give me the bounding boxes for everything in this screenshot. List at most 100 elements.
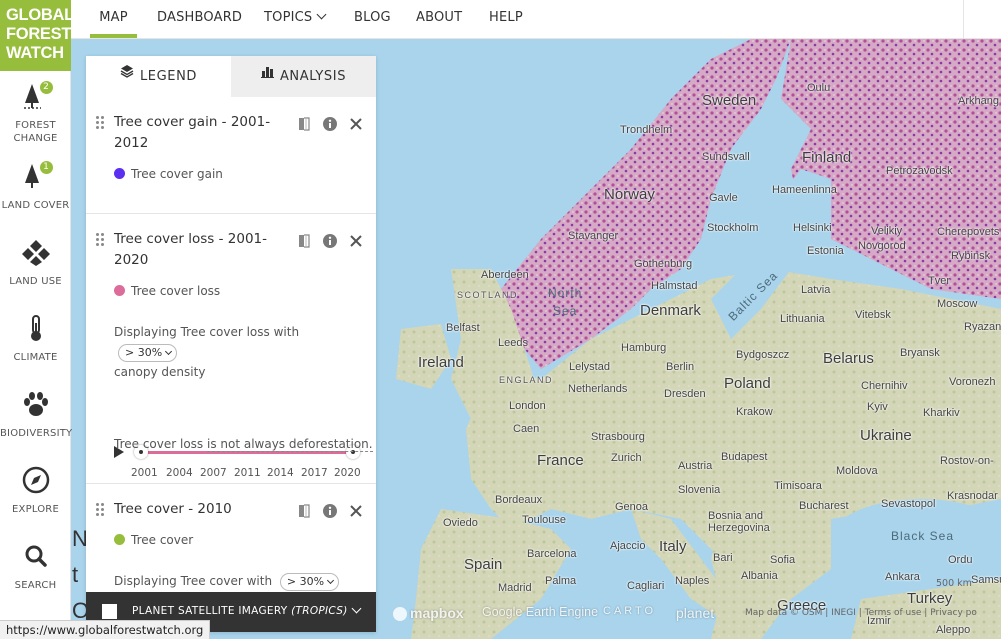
map-label-spain: Spain xyxy=(464,556,503,573)
sidebar-item-forest-change[interactable]: 2 FOREST CHANGE xyxy=(0,81,71,145)
map-label-city: Slovenia xyxy=(678,484,721,496)
tab-analysis[interactable]: ANALYSIS xyxy=(231,56,376,97)
map-label-city: Novgorod xyxy=(858,240,906,252)
canopy-density-select[interactable]: > 30% xyxy=(118,344,178,362)
drag-handle-icon[interactable] xyxy=(96,116,106,132)
map-label-city: Kharkiv xyxy=(923,407,960,419)
map-label-poland: Poland xyxy=(724,375,771,392)
info-icon[interactable] xyxy=(322,503,338,519)
map-label-city: Samsun xyxy=(971,574,1001,586)
map-label-city: Timisoara xyxy=(774,480,822,492)
map-label-city: Tver xyxy=(928,275,950,287)
canopy-density-select[interactable]: > 30% xyxy=(279,573,340,591)
map-label-city: Berlin xyxy=(666,361,695,373)
map-label-city: Moldova xyxy=(836,465,878,477)
deforestation-link[interactable]: is not always deforestation. xyxy=(206,437,373,452)
map-scale-label: 500 km xyxy=(936,578,972,589)
land-cover-badge: 1 xyxy=(39,161,53,174)
logo-line-1: GLOBAL xyxy=(6,6,74,24)
map-label-city: Zurich xyxy=(611,452,642,464)
map-label-black-sea: Black Sea xyxy=(891,529,955,543)
sidebar-label-land-cover: LAND COVER xyxy=(1,200,70,211)
map-label-city: Palma xyxy=(545,575,577,587)
map-label-city: Sofia xyxy=(770,554,796,566)
drag-handle-icon[interactable] xyxy=(96,503,106,519)
map-label-belarus: Belarus xyxy=(823,350,874,367)
opacity-icon[interactable] xyxy=(296,233,312,249)
map-label-city: Bucharest xyxy=(799,500,849,512)
close-icon[interactable] xyxy=(348,503,364,519)
mapbox-logo[interactable]: mapbox xyxy=(393,605,464,622)
map-label-city: Bryansk xyxy=(900,347,940,359)
map-label-turkey: Turkey xyxy=(907,590,953,607)
legend-item: Tree cover xyxy=(114,533,193,547)
map-label-city: Rostov-on- xyxy=(940,455,994,467)
sidebar-item-biodiversity[interactable]: BIODIVERSITY xyxy=(0,389,72,440)
nav-dashboard-label: DASHBOARD xyxy=(157,10,243,25)
planet-checkbox[interactable] xyxy=(102,604,117,619)
nav-about-label: ABOUT xyxy=(416,10,463,25)
map-label-city: Stavanger xyxy=(568,230,619,242)
map-label-city: Ajaccio xyxy=(610,540,646,552)
legend-swatch xyxy=(114,285,125,296)
sidebar-item-explore[interactable]: EXPLORE xyxy=(0,465,71,516)
tab-legend[interactable]: LEGEND xyxy=(86,56,231,97)
sidebar-label-land-use: LAND USE xyxy=(9,276,62,287)
map-label-scotland: SCOTLAND xyxy=(457,290,519,300)
map-label-city: Kyiv xyxy=(867,401,888,413)
deforestation-note: Tree cover loss is not always deforestat… xyxy=(114,437,373,452)
map-label-sweden: Sweden xyxy=(702,92,757,109)
map-label-latvia: Latvia xyxy=(801,284,831,296)
map-label-city: Bari xyxy=(713,552,733,564)
gfw-logo[interactable]: GLOBAL FOREST WATCH xyxy=(0,0,74,71)
canopy-prefix: Displaying Tree cover with xyxy=(114,574,273,588)
sidebar-item-land-use[interactable]: LAND USE xyxy=(0,237,71,288)
info-icon[interactable] xyxy=(322,233,338,249)
map-label-estonia: Estonia xyxy=(807,245,844,257)
sidebar-item-land-cover[interactable]: 1 LAND COVER xyxy=(0,161,71,212)
logo-line-2: FOREST xyxy=(6,25,72,43)
nav-map[interactable]: MAP xyxy=(90,0,137,38)
sidebar-item-climate[interactable]: CLIMATE xyxy=(0,313,71,364)
map-label-city: Budapest xyxy=(721,451,768,463)
drag-handle-icon[interactable] xyxy=(96,233,106,249)
planet-attribution: planet xyxy=(676,605,715,621)
map-label-city: Sevastopol xyxy=(881,498,936,510)
map-label-city: Herzegovina xyxy=(708,522,770,534)
sidebar-label-climate: CLIMATE xyxy=(13,352,58,363)
nav-dashboard[interactable]: DASHBOARD xyxy=(157,0,242,38)
map-label-finland: Finland xyxy=(802,149,852,166)
map-label-city: Cherepovets xyxy=(937,226,1000,238)
layer-tools xyxy=(296,116,366,132)
info-icon[interactable] xyxy=(322,116,338,132)
nav-help[interactable]: HELP xyxy=(489,0,523,38)
map-label-city: Moscow xyxy=(937,298,978,310)
sidebar-item-search[interactable]: SEARCH xyxy=(0,541,71,592)
chevron-down-icon xyxy=(327,576,335,585)
nav-help-label: HELP xyxy=(489,10,523,25)
map-label-city: Barcelona xyxy=(527,548,577,560)
nav-divider xyxy=(963,0,964,38)
close-icon[interactable] xyxy=(348,233,364,249)
canopy-density-value: > 30% xyxy=(125,346,163,359)
map-label-ireland: Ireland xyxy=(418,354,464,371)
map-label-city: Bordeaux xyxy=(495,494,543,506)
opacity-icon[interactable] xyxy=(296,503,312,519)
map-edge-letter: t xyxy=(72,562,79,587)
tab-legend-label: LEGEND xyxy=(139,69,198,84)
map-label-city: Ankara xyxy=(885,571,920,583)
planet-label-text: PLANET SATELLITE IMAGERY xyxy=(132,605,288,617)
canopy-density-text: Displaying Tree cover loss with > 30% ca… xyxy=(114,322,364,382)
map-label-city: Helsinki xyxy=(793,222,832,234)
map-attribution-text[interactable]: Map data © OSM | INEGI | Terms of use | … xyxy=(745,608,977,618)
land-use-icon xyxy=(21,237,51,267)
nav-topics[interactable]: TOPICS xyxy=(264,0,327,38)
legend-item-label: Tree cover loss xyxy=(131,284,221,298)
map-label-city: Gothenburg xyxy=(634,258,693,270)
nav-blog[interactable]: BLOG xyxy=(354,0,391,38)
nav-about[interactable]: ABOUT xyxy=(416,0,462,38)
close-icon[interactable] xyxy=(348,116,364,132)
map-label-city: Caen xyxy=(513,423,540,435)
map-label-city: Albania xyxy=(741,570,778,582)
opacity-icon[interactable] xyxy=(296,116,312,132)
